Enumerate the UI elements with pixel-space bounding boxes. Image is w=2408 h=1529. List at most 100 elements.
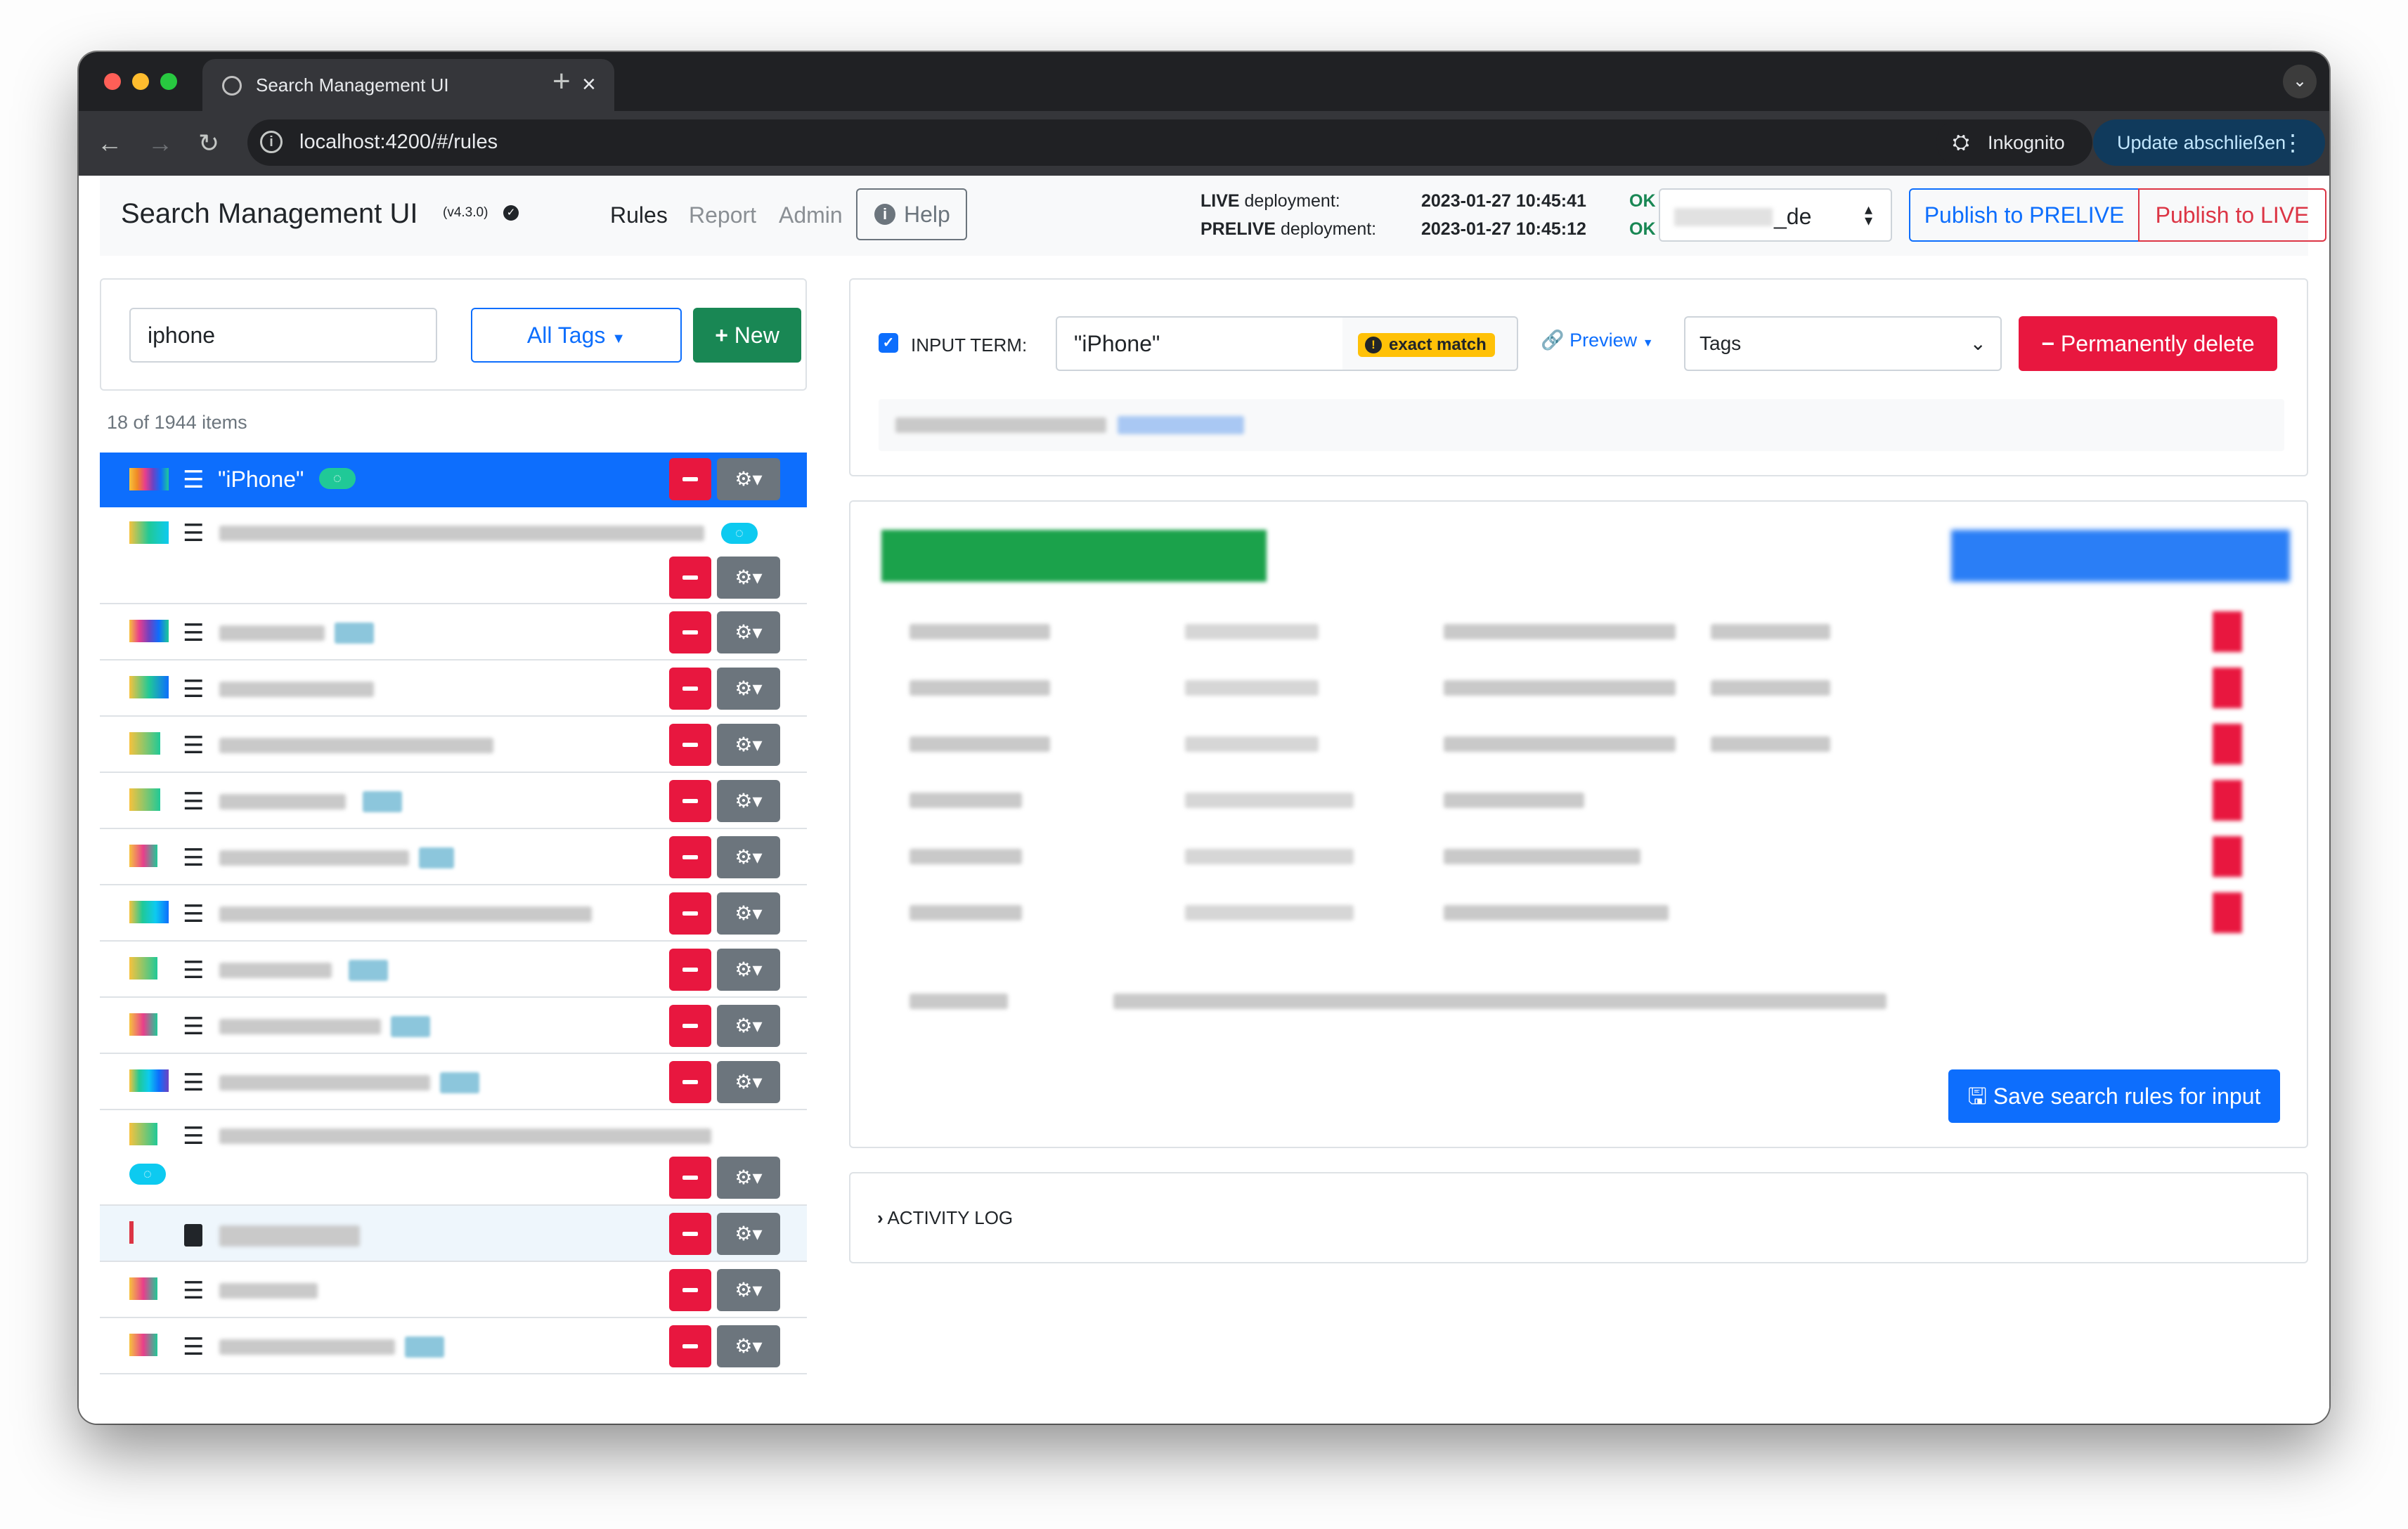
save-search-rules-button[interactable]: 🖫 Save search rules for input — [1948, 1069, 2280, 1123]
minimize-window-button[interactable] — [132, 73, 149, 90]
publish-live-button[interactable]: Publish to LIVE — [2138, 188, 2326, 242]
activity-log-toggle[interactable]: › ACTIVITY LOG — [877, 1207, 1013, 1229]
input-term-field[interactable]: "iPhone" — [1056, 316, 1345, 371]
rule-actions-gear-icon[interactable]: ⚙▾ — [717, 892, 780, 935]
site-info-icon[interactable]: i — [260, 131, 283, 153]
rule-actions-gear-icon[interactable]: ⚙▾ — [717, 458, 780, 500]
delete-rule-button[interactable] — [669, 724, 711, 766]
prelive-status: OK — [1629, 219, 1656, 239]
all-tags-dropdown[interactable]: All Tags ▼ — [471, 308, 682, 363]
list-item[interactable]: ☰ ⚙▾ — [100, 604, 807, 661]
publish-prelive-button[interactable]: Publish to PRELIVE — [1909, 188, 2140, 242]
delete-rule-button[interactable] — [669, 1157, 711, 1199]
match-type-addon[interactable]: ! exact match — [1342, 316, 1518, 371]
forward-arrow-icon[interactable]: → — [148, 125, 173, 162]
list-item[interactable]: ☰ ⚙▾ — [100, 998, 807, 1054]
address-bar[interactable]: i localhost:4200/#/rules ☆ — [247, 119, 2026, 166]
list-item[interactable]: ⚙▾ — [100, 1206, 807, 1262]
list-item[interactable]: ☰ ⚙▾ — [100, 1262, 807, 1318]
list-item[interactable]: ☰ ⚙▾ — [100, 885, 807, 942]
back-arrow-icon[interactable]: ← — [97, 125, 122, 162]
nav-link-admin[interactable]: Admin — [779, 202, 843, 228]
list-item[interactable]: ☰ ⚙▾ — [100, 773, 807, 829]
list-icon: ☰ — [183, 845, 205, 871]
redacted-text — [219, 906, 592, 922]
redacted-add-rule-button[interactable] — [1951, 530, 2290, 582]
close-window-button[interactable] — [104, 73, 121, 90]
rule-actions-gear-icon[interactable]: ⚙▾ — [717, 1269, 780, 1311]
delete-rule-line-button[interactable] — [2213, 611, 2242, 652]
list-item[interactable]: ☰ ◌ ⚙▾ — [100, 507, 807, 604]
rule-actions-gear-icon[interactable]: ⚙▾ — [717, 724, 780, 766]
delete-rule-line-button[interactable] — [2213, 668, 2242, 708]
rule-actions-gear-icon[interactable]: ⚙▾ — [717, 557, 780, 599]
delete-rule-button[interactable] — [669, 668, 711, 710]
rule-actions-gear-icon[interactable]: ⚙▾ — [717, 1061, 780, 1103]
list-icon: ☰ — [183, 520, 205, 547]
delete-rule-button[interactable] — [669, 1325, 711, 1367]
delete-rule-button[interactable] — [669, 836, 711, 878]
list-icon: ☰ — [183, 1069, 205, 1096]
help-button[interactable]: i Help — [856, 188, 967, 240]
tenant-select[interactable]: _de ▴ ▾ — [1659, 188, 1892, 242]
rule-line — [881, 724, 2196, 764]
tags-select[interactable]: Tags ⌄ — [1684, 316, 2002, 371]
rule-actions-gear-icon[interactable]: ⚙▾ — [717, 1213, 780, 1255]
delete-rule-button[interactable] — [669, 949, 711, 991]
rule-actions-gear-icon[interactable]: ⚙▾ — [717, 1157, 780, 1199]
delete-rule-button[interactable] — [669, 458, 711, 500]
delete-rule-line-button[interactable] — [2213, 836, 2242, 877]
nav-link-report[interactable]: Report — [689, 202, 756, 228]
redacted-text — [1444, 849, 1640, 864]
delete-rule-button[interactable] — [669, 780, 711, 822]
list-item[interactable]: ☰ ⚙▾ — [100, 1054, 807, 1110]
live-status: OK — [1629, 191, 1656, 211]
list-item[interactable]: ☰ ⚙▾ — [100, 829, 807, 885]
rule-actions-gear-icon[interactable]: ⚙▾ — [717, 611, 780, 653]
list-item[interactable]: ☰ ⚙▾ — [100, 1318, 807, 1374]
delete-rule-button[interactable] — [669, 1213, 711, 1255]
delete-rule-button[interactable] — [669, 611, 711, 653]
list-icon: ☰ — [183, 901, 205, 928]
delete-rule-button[interactable] — [669, 557, 711, 599]
rule-type-bar — [129, 1069, 169, 1092]
rule-actions-gear-icon[interactable]: ⚙▾ — [717, 1325, 780, 1367]
rule-actions-gear-icon[interactable]: ⚙▾ — [717, 1005, 780, 1047]
item-count: 18 of 1944 items — [107, 412, 247, 433]
rule-type-bar — [129, 1013, 157, 1036]
list-item[interactable]: ☰ ⚙▾ — [100, 661, 807, 717]
new-rule-button[interactable]: + New — [693, 308, 801, 363]
preview-dropdown[interactable]: 🔗 Preview ▼ — [1541, 329, 1654, 351]
update-label: Update abschließen — [2117, 132, 2286, 153]
delete-rule-button[interactable] — [669, 1269, 711, 1311]
tab-search-chevron-icon[interactable]: ⌄ — [2283, 65, 2317, 98]
search-input[interactable]: iphone — [129, 308, 437, 363]
update-button[interactable]: Update abschließen ⋮ — [2093, 119, 2325, 166]
new-tab-button[interactable]: + — [552, 60, 571, 103]
list-item[interactable]: ☰ ⚙▾ — [100, 717, 807, 773]
list-icon: ☰ — [183, 788, 205, 815]
reload-icon[interactable]: ↻ — [198, 125, 219, 162]
delete-rule-button[interactable] — [669, 1061, 711, 1103]
url-text[interactable]: localhost:4200/#/rules — [299, 131, 498, 154]
input-active-checkbox[interactable]: ✓ — [879, 333, 898, 353]
tab-close-icon[interactable]: × — [582, 70, 596, 98]
maximize-window-button[interactable] — [160, 73, 177, 90]
menu-dots-icon: ⋮ — [2281, 130, 2304, 155]
list-item[interactable]: ☰ ◌ ⚙▾ — [100, 1110, 807, 1206]
delete-rule-line-button[interactable] — [2213, 892, 2242, 933]
rule-actions-gear-icon[interactable]: ⚙▾ — [717, 949, 780, 991]
nav-link-rules[interactable]: Rules — [610, 202, 668, 228]
app-brand[interactable]: Search Management UI — [121, 198, 417, 230]
activity-log-card[interactable]: › ACTIVITY LOG — [849, 1172, 2308, 1263]
permanently-delete-button[interactable]: − Permanently delete — [2019, 316, 2277, 371]
list-item[interactable]: ☰ "iPhone" ◌ ⚙▾ — [100, 453, 807, 507]
delete-rule-line-button[interactable] — [2213, 724, 2242, 764]
delete-rule-line-button[interactable] — [2213, 780, 2242, 821]
rule-actions-gear-icon[interactable]: ⚙▾ — [717, 780, 780, 822]
delete-rule-button[interactable] — [669, 892, 711, 935]
rule-actions-gear-icon[interactable]: ⚙▾ — [717, 836, 780, 878]
list-item[interactable]: ☰ ⚙▾ — [100, 942, 807, 998]
delete-rule-button[interactable] — [669, 1005, 711, 1047]
rule-actions-gear-icon[interactable]: ⚙▾ — [717, 668, 780, 710]
